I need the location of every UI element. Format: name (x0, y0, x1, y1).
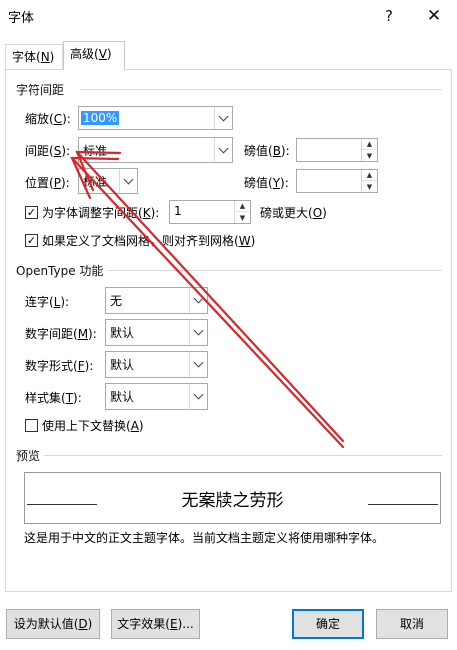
position-by-spinner[interactable]: ▲ ▼ (296, 169, 378, 193)
spacing-label: 间距(S): (25, 144, 71, 158)
kerning-checkbox[interactable]: ✓ (25, 206, 38, 219)
section-divider (80, 89, 442, 90)
preview-sample: 无案牍之劳形 (181, 491, 284, 511)
stylistic-sets-label: 样式集(T): (25, 391, 82, 405)
ok-button[interactable]: 确定 (292, 609, 364, 639)
scale-value: 100% (81, 111, 120, 125)
spin-up-icon[interactable]: ▲ (235, 201, 250, 212)
stylistic-sets-combo[interactable]: 默认 (105, 383, 208, 410)
ligatures-value: 无 (110, 294, 123, 308)
cancel-button[interactable]: 取消 (376, 609, 448, 639)
number-spacing-combo[interactable]: 默认 (105, 319, 208, 346)
number-forms-value: 默认 (110, 358, 135, 372)
chevron-down-icon[interactable] (189, 288, 207, 313)
section-title-opentype: OpenType 功能 (16, 262, 108, 279)
spin-down-icon[interactable]: ▼ (362, 150, 377, 161)
section-title-preview: 预览 (16, 447, 45, 464)
stylistic-sets-value: 默认 (110, 390, 135, 404)
check-icon: ✓ (26, 206, 37, 219)
close-button[interactable]: ✕ (419, 3, 449, 29)
number-spacing-value: 默认 (110, 326, 135, 340)
position-label: 位置(P): (25, 176, 70, 190)
position-combo[interactable]: 标准 (78, 168, 138, 194)
number-spacing-label: 数字间距(M): (25, 327, 97, 341)
tab-font[interactable]: 字体(N) (5, 44, 63, 69)
snap-grid-checkbox[interactable]: ✓ (25, 234, 38, 247)
text-effects-button[interactable]: 文字效果(E)... (111, 609, 200, 639)
tab-advanced-label: 高级( (70, 47, 99, 61)
spacing-by-label: 磅值(B): (244, 144, 290, 158)
kerning-spinner[interactable]: 1 ▲ ▼ (169, 200, 251, 224)
chevron-down-icon[interactable] (214, 138, 232, 162)
check-icon: ✓ (26, 234, 37, 247)
chevron-down-icon[interactable] (189, 352, 207, 377)
chevron-down-icon[interactable] (189, 320, 207, 345)
number-forms-label: 数字形式(F): (25, 359, 94, 373)
section-title-spacing: 字符间距 (16, 81, 69, 98)
help-button[interactable]: ? (374, 3, 404, 29)
ligatures-combo[interactable]: 无 (105, 287, 208, 314)
tab-advanced[interactable]: 高级(V) (63, 41, 125, 70)
section-divider (106, 270, 442, 271)
title-bar: 字体 ? ✕ (0, 0, 457, 32)
preview-description: 这是用于中文的正文主题字体。当前文档主题定义将使用哪种字体。 (24, 531, 385, 545)
kerning-value: 1 (174, 204, 182, 218)
spacing-value: 标准 (83, 144, 108, 158)
ligatures-label: 连字(L): (25, 295, 70, 309)
spin-up-icon[interactable]: ▲ (362, 139, 377, 150)
scale-combo[interactable]: 100% (78, 106, 233, 130)
tab-font-label: 字体( (12, 50, 41, 64)
position-by-label: 磅值(Y): (244, 176, 289, 190)
spacing-by-spinner[interactable]: ▲ ▼ (296, 138, 378, 162)
preview-line-right (368, 504, 438, 505)
spacing-combo[interactable]: 标准 (78, 137, 233, 163)
set-default-button[interactable]: 设为默认值(D) (6, 609, 100, 639)
spin-down-icon[interactable]: ▼ (235, 212, 250, 223)
spin-up-icon[interactable]: ▲ (362, 170, 377, 181)
kerning-after-label: 磅或更大(O) (260, 206, 327, 220)
spin-down-icon[interactable]: ▼ (362, 181, 377, 192)
window-title: 字体 (8, 11, 35, 26)
chevron-down-icon[interactable] (189, 384, 207, 409)
position-value: 标准 (83, 175, 108, 189)
number-forms-combo[interactable]: 默认 (105, 351, 208, 378)
snap-grid-label[interactable]: 如果定义了文档网格，则对齐到网格(W) (42, 233, 255, 249)
kerning-label[interactable]: 为字体调整字间距(K): (42, 205, 159, 221)
chevron-down-icon[interactable] (119, 169, 137, 193)
chevron-down-icon[interactable] (214, 107, 232, 129)
scale-label: 缩放(C): (25, 112, 71, 126)
contextual-label[interactable]: 使用上下文替换(A) (42, 418, 144, 434)
preview-box: 无案牍之劳形 (24, 472, 441, 524)
contextual-checkbox[interactable] (25, 419, 38, 432)
section-divider (44, 455, 442, 456)
